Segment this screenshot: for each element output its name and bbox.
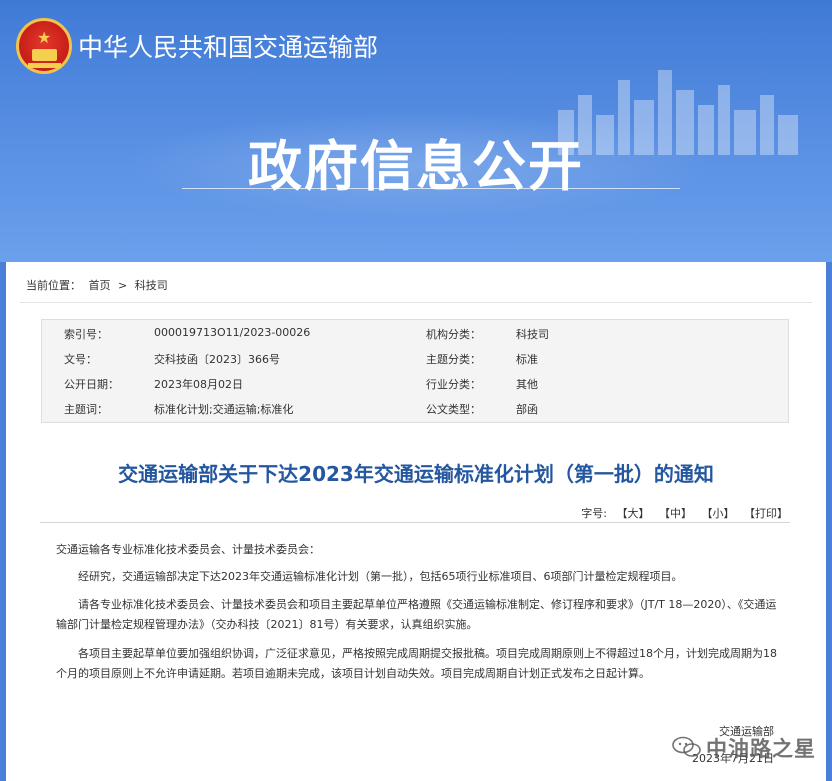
- header-banner: ★ 中华人民共和国交通运输部 政府信息公开: [0, 0, 832, 262]
- meta-row: 文号： 交科技函〔2023〕366号 主题分类： 标准: [42, 351, 788, 375]
- document-title: 交通运输部关于下达2023年交通运输标准化计划（第一批）的通知: [118, 462, 714, 486]
- meta-key: 主题分类：: [426, 353, 481, 366]
- meta-value: 2023年08月02日: [154, 378, 243, 391]
- paragraph: 请各专业标准化技术委员会、计量技术委员会和项目主要起草单位严格遵照《交通运输标准…: [56, 598, 777, 631]
- meta-value: 交科技函〔2023〕366号: [154, 353, 280, 366]
- salutation: 交通运输各专业标准化技术委员会、计量技术委员会：: [56, 543, 320, 556]
- breadcrumb-divider: [20, 302, 812, 303]
- ministry-title[interactable]: 中华人民共和国交通运输部: [78, 28, 378, 64]
- meta-value: 标准: [516, 353, 538, 366]
- meta-value: 其他: [516, 378, 538, 391]
- wechat-icon: [672, 736, 701, 757]
- meta-row: 索引号： 000019713O11/2023-00026 机构分类： 科技司: [42, 326, 788, 350]
- breadcrumb-separator: >: [118, 279, 128, 292]
- content-panel: 当前位置： 首页 > 科技司 索引号： 000019713O11/2023-00…: [6, 262, 826, 781]
- meta-row: 公开日期： 2023年08月02日 行业分类： 其他: [42, 376, 788, 400]
- meta-key: 索引号：: [64, 328, 108, 341]
- meta-value: 标准化计划;交通运输;标准化: [154, 403, 294, 416]
- font-size-tools: 字号: 【大】 【中】 【小】 【打印】: [575, 505, 788, 521]
- title-underline: [182, 188, 680, 189]
- watermark-text: 中油路之星: [706, 737, 816, 761]
- meta-key: 机构分类：: [426, 328, 481, 341]
- meta-key: 公文类型：: [426, 403, 481, 416]
- meta-row: 主题词： 标准化计划;交通运输;标准化 公文类型： 部函: [42, 401, 788, 425]
- national-emblem-icon: ★: [16, 18, 72, 74]
- breadcrumb-label: 当前位置：: [26, 279, 81, 292]
- section-title: 政府信息公开: [248, 135, 584, 198]
- breadcrumb: 当前位置： 首页 > 科技司: [26, 277, 172, 293]
- meta-key: 行业分类：: [426, 378, 481, 391]
- font-large-button[interactable]: 【大】: [617, 507, 650, 520]
- print-button[interactable]: 【打印】: [744, 507, 788, 520]
- breadcrumb-current[interactable]: 科技司: [135, 279, 168, 292]
- meta-value: 科技司: [516, 328, 549, 341]
- font-medium-button[interactable]: 【中】: [659, 507, 692, 520]
- breadcrumb-home[interactable]: 首页: [89, 279, 111, 292]
- document-metadata: 索引号： 000019713O11/2023-00026 机构分类： 科技司 文…: [41, 319, 789, 423]
- tools-divider: [40, 522, 790, 523]
- meta-value: 000019713O11/2023-00026: [154, 326, 311, 339]
- font-small-button[interactable]: 【小】: [702, 507, 735, 520]
- meta-value: 部函: [516, 403, 538, 416]
- paragraph: 各项目主要起草单位要加强组织协调，广泛征求意见，严格按照完成周期提交报批稿。项目…: [56, 647, 777, 680]
- meta-key: 主题词：: [64, 403, 108, 416]
- meta-key: 公开日期：: [64, 378, 119, 391]
- paragraph: 经研究，交通运输部决定下达2023年交通运输标准化计划（第一批），包括65项行业…: [78, 570, 683, 583]
- meta-key: 文号：: [64, 353, 97, 366]
- font-size-label: 字号:: [581, 507, 607, 520]
